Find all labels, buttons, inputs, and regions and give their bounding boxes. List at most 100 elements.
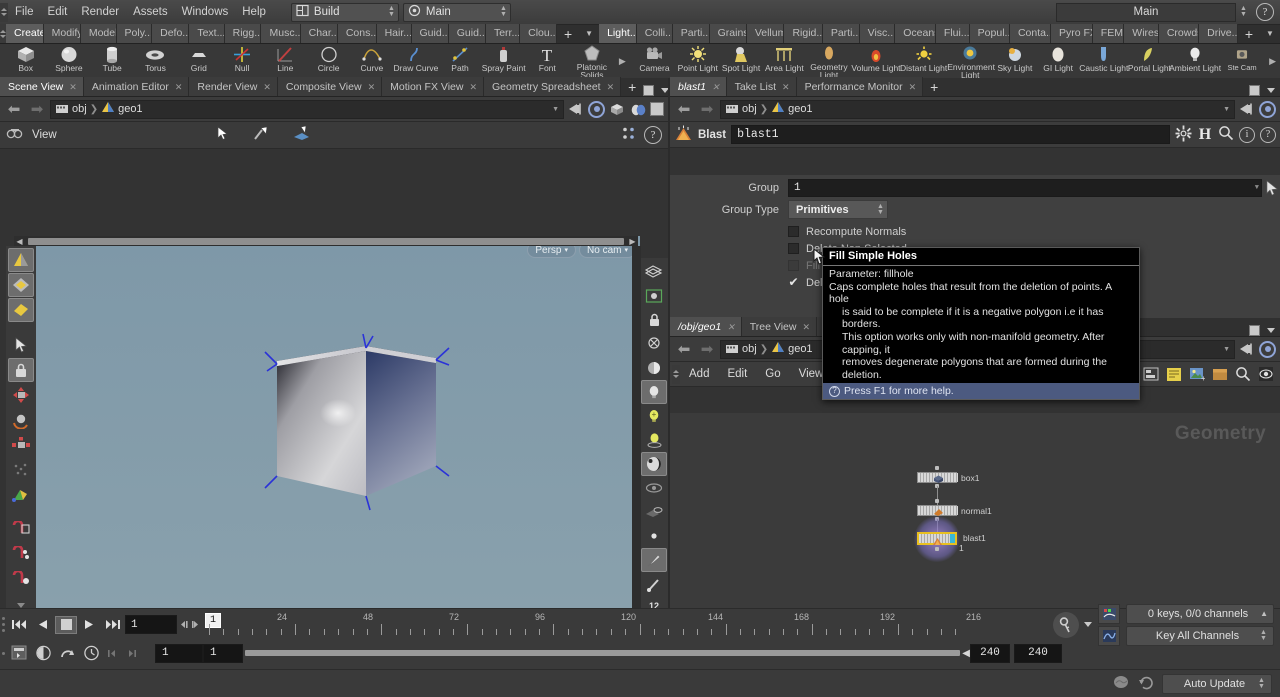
tab-scene-view[interactable]: Scene View ✕ <box>0 77 84 96</box>
tab-blast1-params[interactable]: blast1 ✕ <box>670 77 727 96</box>
key-channel-icon[interactable] <box>1053 611 1079 638</box>
timeline-range-grip[interactable] <box>0 640 7 666</box>
shelf-tab-rigging[interactable]: Rigg... <box>224 24 262 43</box>
tab-motion-fx-view[interactable]: Motion FX View ✕ <box>382 77 485 96</box>
help-icon[interactable]: ? <box>1256 3 1274 21</box>
eye-icon[interactable] <box>1256 364 1276 384</box>
shelf-item-torus[interactable]: Torus <box>134 44 177 78</box>
path-dropdown-icon[interactable]: ▼ <box>1223 346 1232 353</box>
note-icon[interactable] <box>1164 364 1184 384</box>
tab-render-view[interactable]: Render View ✕ <box>189 77 278 96</box>
blast1-display-flag[interactable] <box>950 534 955 543</box>
axis-orientation-icon[interactable] <box>8 483 34 507</box>
shelf-item-draw-curve[interactable]: Draw Curve <box>394 44 438 78</box>
channel-list-toggle-icon[interactable] <box>1098 625 1120 646</box>
shelf-add-tab-right[interactable]: + <box>1238 25 1260 43</box>
lock-icon[interactable] <box>8 358 34 382</box>
shelf-tab-grains[interactable]: Grains <box>709 24 747 43</box>
close-icon[interactable]: ✕ <box>263 78 271 96</box>
prev-keyframe-icon[interactable] <box>177 615 190 635</box>
maximize-pane-button[interactable] <box>643 85 655 96</box>
refresh-icon[interactable] <box>1138 674 1155 694</box>
shelf-tab-fluids[interactable]: Flui... <box>935 24 970 43</box>
group-picker-icon[interactable] <box>1264 180 1280 196</box>
shelf-item-geometry-light[interactable]: Geometry Light <box>806 44 852 79</box>
shelf-add-tab-left[interactable]: + <box>557 25 579 43</box>
param-pane-add-tab[interactable]: + <box>923 78 945 96</box>
scene-pane-add-tab[interactable]: + <box>621 78 643 96</box>
shelf-tab-viscous[interactable]: Visc... <box>859 24 896 43</box>
shelf-item-tube[interactable]: Tube <box>91 44 134 78</box>
delete-unused-points-checkbox[interactable]: ✔ <box>788 276 799 288</box>
node-box1[interactable] <box>917 472 958 483</box>
viewport-help-icon[interactable]: ? <box>643 126 662 144</box>
desktop-spinner[interactable]: ▲ ▼ <box>387 5 396 20</box>
nav-forward-button[interactable]: ➡ <box>27 100 47 118</box>
headlight-icon[interactable] <box>641 356 667 380</box>
network-menu-edit[interactable]: Edit <box>718 362 756 387</box>
close-icon[interactable]: ✕ <box>175 78 183 96</box>
arrow-cursor-icon[interactable] <box>8 333 34 357</box>
shelf-item-platonic-solids[interactable]: Platonic Solids <box>569 44 615 79</box>
shelf-item-line[interactable]: Line <box>264 44 307 78</box>
group-type-menu[interactable]: Primitives ▲ ▼ <box>788 200 888 219</box>
close-icon[interactable]: ✕ <box>727 318 735 336</box>
info-icon[interactable]: i <box>1239 126 1255 143</box>
search-icon[interactable] <box>1233 364 1253 384</box>
shelf-item-volume-light[interactable]: Volume Light <box>851 44 901 78</box>
menu-windows[interactable]: Windows <box>175 0 236 25</box>
selection-target-icon[interactable] <box>1259 340 1276 358</box>
network-menu-grip[interactable] <box>672 364 680 384</box>
close-icon[interactable]: ✕ <box>909 78 917 96</box>
playback-range-slider[interactable] <box>243 650 962 656</box>
shelf-tab-vellum[interactable]: Vellum <box>746 24 785 43</box>
shelf-scroll-right-right[interactable]: ▶ <box>1265 56 1280 67</box>
shelf-item-stereo-camera[interactable]: Ste Cam <box>1219 44 1265 78</box>
close-icon[interactable]: ✕ <box>469 78 477 96</box>
snap-to-grid-icon[interactable] <box>8 518 34 542</box>
add-light-icon[interactable]: + <box>641 404 667 428</box>
main-desktop-field[interactable]: Main <box>1056 2 1236 22</box>
shelf-item-spray-paint[interactable]: Spray Paint <box>482 44 526 78</box>
step-back-icon[interactable] <box>31 615 55 635</box>
menu-render[interactable]: Render <box>74 0 126 25</box>
point-normals-icon[interactable] <box>641 572 667 596</box>
shelf-tab-terrain[interactable]: Terr... <box>485 24 521 43</box>
shelf-item-sphere[interactable]: Sphere <box>47 44 90 78</box>
scene-lights-icon[interactable] <box>641 380 667 404</box>
handle-tool-icon[interactable] <box>253 125 270 145</box>
shelf-menu-caret-left[interactable]: ▼ <box>579 24 599 43</box>
shelf-item-circle[interactable]: Circle <box>307 44 350 78</box>
tab-take-list[interactable]: Take List ✕ <box>726 77 797 96</box>
shelf-item-distant-light[interactable]: Distant Light <box>900 44 947 78</box>
box1-input-dot[interactable] <box>935 466 939 470</box>
paint-display-icon[interactable] <box>641 548 667 572</box>
shelf-scroll-right-left[interactable]: ▶ <box>615 56 630 67</box>
object-select-mode-icon[interactable] <box>8 248 34 272</box>
network-canvas[interactable]: Geometry box1 normal1 blast1 1 <box>670 413 1280 608</box>
help-icon[interactable]: ? <box>1260 126 1276 143</box>
shelf-tab-hair[interactable]: Hair... <box>376 24 412 43</box>
display-options-icon[interactable] <box>641 284 667 308</box>
playback-range-icon[interactable] <box>55 643 79 663</box>
take-spinner[interactable]: ▲ ▼ <box>499 5 508 20</box>
background-toggle-icon[interactable] <box>650 102 664 116</box>
shelf-tab-fem[interactable]: FEM <box>1092 24 1125 43</box>
shelf-item-ambient-light[interactable]: Ambient Light <box>1169 44 1221 78</box>
scroll-right-arrow[interactable]: ▶ <box>627 237 638 246</box>
play-icon[interactable] <box>77 615 101 635</box>
shelf-tab-muscles[interactable]: Musc... <box>261 24 301 43</box>
sound-toggle-icon[interactable] <box>31 643 55 663</box>
key-mode-spinner[interactable]: ▲ ▼ <box>1259 628 1268 643</box>
delete-non-selected-checkbox[interactable] <box>788 243 799 254</box>
shelf-tab-guide2[interactable]: Guid... <box>448 24 486 43</box>
menu-assets[interactable]: Assets <box>126 0 175 25</box>
nav-forward-button[interactable]: ➡ <box>697 340 717 358</box>
lock-view-icon[interactable] <box>641 308 667 332</box>
playhead-marker[interactable]: 1 <box>205 612 222 628</box>
pin-icon[interactable] <box>567 100 585 118</box>
shelf-tab-deform[interactable]: Defo... <box>152 24 190 43</box>
keys-status-button[interactable]: 0 keys, 0/0 channels ▲ <box>1126 603 1274 624</box>
nav-forward-button[interactable]: ➡ <box>697 100 717 118</box>
snap-to-point-icon[interactable] <box>8 568 34 592</box>
